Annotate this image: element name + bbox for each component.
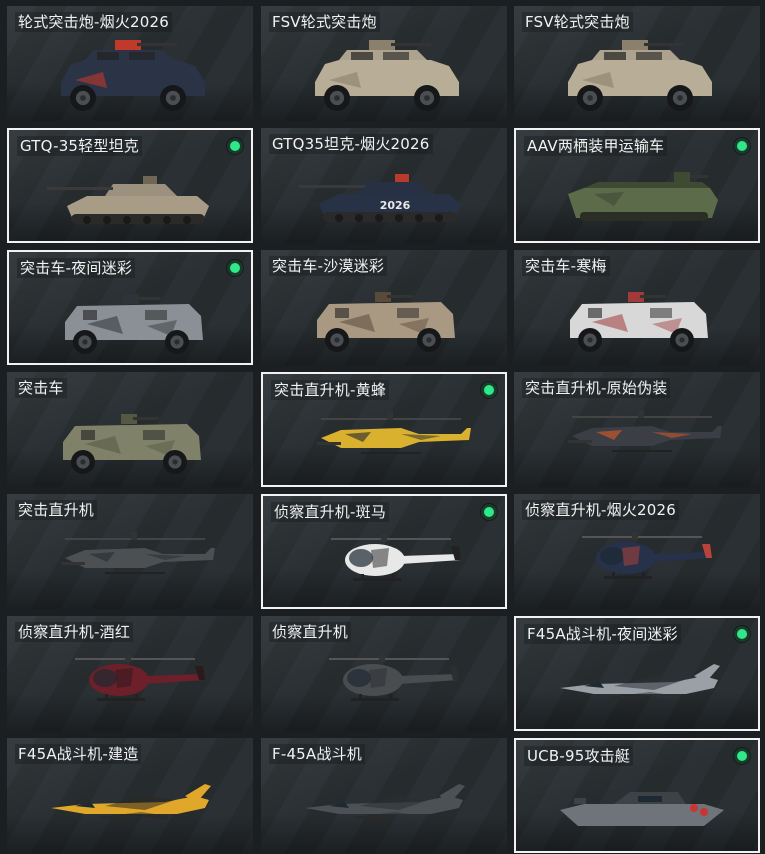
vehicle-card[interactable]: 侦察直升机-酒红 bbox=[7, 616, 253, 731]
tank-icon: 2026 bbox=[299, 152, 471, 240]
vehicle-grid: 轮式突击炮-烟火2026 FSV轮式突击炮 FSV轮式突击炮 GTQ-35轻型坦… bbox=[0, 0, 765, 854]
vehicle-card[interactable]: 侦察直升机-烟火2026 bbox=[514, 494, 760, 609]
vehicle-card[interactable]: F45A战斗机-夜间迷彩 bbox=[514, 616, 760, 731]
assault-vehicle-icon bbox=[552, 274, 724, 362]
attack-helicopter-icon bbox=[552, 396, 724, 484]
equipped-status-dot bbox=[734, 138, 750, 154]
equipped-status-dot bbox=[227, 260, 243, 276]
amphibious-vehicle-icon bbox=[554, 154, 726, 241]
vehicle-name: 突击车-沙漠迷彩 bbox=[269, 256, 388, 276]
vehicle-card[interactable]: GTQ-35轻型坦克 bbox=[7, 128, 253, 243]
vehicle-name: 侦察直升机 bbox=[269, 622, 352, 642]
vehicle-card[interactable]: F-45A战斗机 bbox=[261, 738, 507, 853]
vehicle-card[interactable]: F45A战斗机-建造 bbox=[7, 738, 253, 853]
vehicle-name: 侦察直升机-斑马 bbox=[271, 502, 390, 522]
equipped-status-dot bbox=[481, 504, 497, 520]
wheeled-assault-gun-icon bbox=[45, 30, 217, 118]
assault-vehicle-icon bbox=[47, 276, 219, 363]
vehicle-card[interactable]: 突击车-沙漠迷彩 bbox=[261, 250, 507, 365]
equipped-status-dot bbox=[481, 382, 497, 398]
vehicle-name: 突击直升机-黄蜂 bbox=[271, 380, 390, 400]
vehicle-name: 突击车-夜间迷彩 bbox=[17, 258, 136, 278]
vehicle-card[interactable]: 侦察直升机-斑马 bbox=[261, 494, 507, 609]
scout-helicopter-icon bbox=[45, 640, 217, 728]
vehicle-name: GTQ35坦克-烟火2026 bbox=[269, 134, 433, 154]
wheeled-assault-gun-icon bbox=[299, 30, 471, 118]
vehicle-name: GTQ-35轻型坦克 bbox=[17, 136, 142, 156]
vehicle-name: 突击车-寒梅 bbox=[522, 256, 610, 276]
svg-text:2026: 2026 bbox=[380, 199, 411, 212]
vehicle-card[interactable]: FSV轮式突击炮 bbox=[514, 6, 760, 121]
vehicle-name: F45A战斗机-夜间迷彩 bbox=[524, 624, 681, 644]
fighter-jet-icon bbox=[45, 762, 217, 850]
vehicle-card[interactable]: AAV两栖装甲运输车 bbox=[514, 128, 760, 243]
vehicle-name: FSV轮式突击炮 bbox=[522, 12, 633, 32]
vehicle-card[interactable]: 侦察直升机 bbox=[261, 616, 507, 731]
vehicle-card[interactable]: 突击直升机-黄蜂 bbox=[261, 372, 507, 487]
vehicle-card[interactable]: GTQ35坦克-烟火2026 2026 bbox=[261, 128, 507, 243]
vehicle-name: 侦察直升机-酒红 bbox=[15, 622, 134, 642]
wheeled-assault-gun-icon bbox=[552, 30, 724, 118]
fighter-jet-icon bbox=[554, 642, 726, 729]
vehicle-name: 突击直升机 bbox=[15, 500, 98, 520]
attack-boat-icon bbox=[554, 764, 726, 851]
vehicle-card[interactable]: UCB-95攻击艇 bbox=[514, 738, 760, 853]
scout-helicopter-icon bbox=[301, 520, 473, 607]
equipped-status-dot bbox=[227, 138, 243, 154]
assault-vehicle-icon bbox=[299, 274, 471, 362]
assault-vehicle-icon bbox=[45, 396, 217, 484]
vehicle-name: 侦察直升机-烟火2026 bbox=[522, 500, 679, 520]
equipped-status-dot bbox=[734, 626, 750, 642]
scout-helicopter-icon bbox=[299, 640, 471, 728]
vehicle-name: F-45A战斗机 bbox=[269, 744, 365, 764]
vehicle-name: UCB-95攻击艇 bbox=[524, 746, 634, 766]
vehicle-card[interactable]: 突击车 bbox=[7, 372, 253, 487]
scout-helicopter-icon bbox=[552, 518, 724, 606]
vehicle-name: 轮式突击炮-烟火2026 bbox=[15, 12, 172, 32]
vehicle-name: F45A战斗机-建造 bbox=[15, 744, 142, 764]
vehicle-card[interactable]: 轮式突击炮-烟火2026 bbox=[7, 6, 253, 121]
vehicle-card[interactable]: 突击车-夜间迷彩 bbox=[7, 250, 253, 365]
fighter-jet-icon bbox=[299, 762, 471, 850]
vehicle-name: 突击车 bbox=[15, 378, 67, 398]
vehicle-card[interactable]: FSV轮式突击炮 bbox=[261, 6, 507, 121]
vehicle-card[interactable]: 突击车-寒梅 bbox=[514, 250, 760, 365]
vehicle-name: 突击直升机-原始伪装 bbox=[522, 378, 671, 398]
light-tank-icon bbox=[47, 154, 219, 241]
vehicle-card[interactable]: 突击直升机 bbox=[7, 494, 253, 609]
equipped-status-dot bbox=[734, 748, 750, 764]
vehicle-name: AAV两栖装甲运输车 bbox=[524, 136, 668, 156]
vehicle-card[interactable]: 突击直升机-原始伪装 bbox=[514, 372, 760, 487]
attack-helicopter-icon bbox=[45, 518, 217, 606]
attack-helicopter-icon bbox=[301, 398, 473, 485]
vehicle-name: FSV轮式突击炮 bbox=[269, 12, 380, 32]
